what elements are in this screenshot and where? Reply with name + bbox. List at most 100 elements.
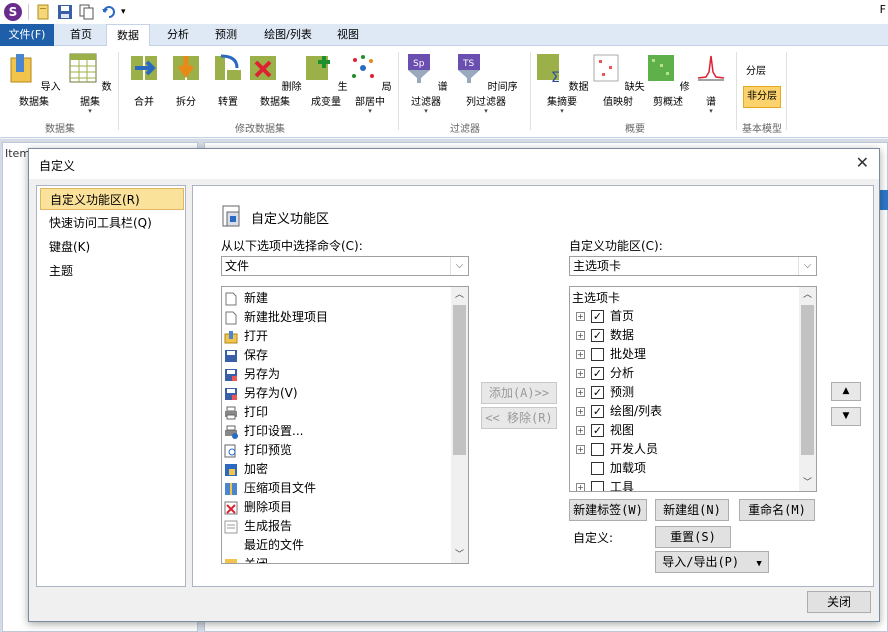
expand-icon[interactable]: + xyxy=(576,369,585,378)
tree-item[interactable]: + ✓ 数据 xyxy=(576,326,634,345)
list-item[interactable]: 生成报告 xyxy=(224,517,292,536)
list-item[interactable]: 打开 xyxy=(224,327,268,346)
checkbox[interactable]: ✓ xyxy=(591,310,604,323)
dataset-button[interactable]: 数据集 ▾ xyxy=(68,52,112,115)
tree-item[interactable]: + ✓ 预测 xyxy=(576,383,634,402)
list-item[interactable]: 打印设置... xyxy=(224,422,303,441)
chevron-down-icon[interactable]: ﹀ xyxy=(799,475,816,491)
commands-scrollbar[interactable]: ︿ ﹀ xyxy=(451,287,468,563)
tab-data[interactable]: 数据 xyxy=(106,24,150,47)
checkbox[interactable]: ✓ xyxy=(591,424,604,437)
tree-item[interactable]: + 批处理 xyxy=(576,345,646,364)
list-item[interactable]: 删除项目 xyxy=(224,498,292,517)
non-layered-button[interactable]: 非分层 xyxy=(743,86,781,108)
tree-item[interactable]: + ✓ 视图 xyxy=(576,421,634,440)
tree-scrollbar[interactable]: ︿ ﹀ xyxy=(799,287,816,491)
expand-icon[interactable]: + xyxy=(576,331,585,340)
new-tab-button[interactable]: 新建标签(W) xyxy=(569,499,647,521)
list-item[interactable]: 新建批处理项目 xyxy=(224,308,328,327)
missing-value-map-button[interactable]: 缺失值映射 xyxy=(590,52,646,108)
tab-forecast[interactable]: 预测 xyxy=(206,24,246,46)
tree-item[interactable]: + 工具 xyxy=(576,478,634,491)
chevron-up-icon[interactable]: ︿ xyxy=(451,287,468,303)
tree-item[interactable]: + ✓ 首页 xyxy=(576,307,634,326)
remove-button[interactable]: << 移除(R) xyxy=(481,407,557,429)
delete-dataset-button[interactable]: 删除数据集 xyxy=(248,52,302,108)
tab-analysis[interactable]: 分析 xyxy=(158,24,198,46)
nav-item-theme[interactable]: 主题 xyxy=(40,260,184,282)
chevron-down-icon[interactable]: ⌵ xyxy=(798,257,816,275)
list-item[interactable]: 打印预览 xyxy=(224,441,292,460)
chevron-down-icon[interactable]: ▾ xyxy=(121,7,126,17)
merge-button[interactable]: 合并 xyxy=(124,52,164,108)
list-item[interactable]: 压缩项目文件 xyxy=(224,479,316,498)
dataset-summary-button[interactable]: Σ 数据集摘要 ▾ xyxy=(534,52,590,115)
chevron-down-icon[interactable]: ﹀ xyxy=(451,547,468,563)
nav-item-quick-access-toolbar[interactable]: 快速访问工具栏(Q) xyxy=(40,212,184,234)
time-series-filter-button[interactable]: TS 时间序列过滤器 ▾ xyxy=(450,52,522,115)
checkbox[interactable] xyxy=(591,462,604,475)
tab-home[interactable]: 首页 xyxy=(62,24,100,46)
chevron-down-icon[interactable]: ⌵ xyxy=(450,257,468,275)
checkbox[interactable]: ✓ xyxy=(591,367,604,380)
tab-file[interactable]: 文件(F) xyxy=(0,24,54,46)
list-item[interactable]: 保存 xyxy=(224,346,268,365)
trim-overview-button[interactable]: 修剪概述 xyxy=(646,52,690,108)
expand-icon[interactable]: + xyxy=(576,407,585,416)
new-project-icon[interactable] xyxy=(35,4,51,20)
scroll-thumb[interactable] xyxy=(801,305,814,455)
tree-item[interactable]: + 加载项 xyxy=(576,459,646,478)
tab-plots-lists[interactable]: 绘图/列表 xyxy=(256,24,320,46)
expand-icon[interactable]: + xyxy=(576,426,585,435)
close-button[interactable]: 关闭 xyxy=(807,591,871,613)
nav-item-keyboard[interactable]: 键盘(K) xyxy=(40,236,184,258)
expand-icon[interactable]: + xyxy=(576,312,585,321)
tree-item[interactable]: + ✓ 分析 xyxy=(576,364,634,383)
rename-button[interactable]: 重命名(M) xyxy=(739,499,815,521)
checkbox[interactable]: ✓ xyxy=(591,329,604,342)
spectral-filter-button[interactable]: Sp 谱过滤器 ▾ xyxy=(404,52,448,115)
customize-ribbon-select[interactable]: 主选项卡 ⌵ xyxy=(569,256,817,276)
list-item[interactable]: 关闭 xyxy=(224,555,268,563)
import-export-button[interactable]: 导入/导出(P) ▼ xyxy=(655,551,769,573)
list-item[interactable]: 另存为 xyxy=(224,365,280,384)
tree-item[interactable]: + ✓ 绘图/列表 xyxy=(576,402,662,421)
checkbox[interactable]: ✓ xyxy=(591,386,604,399)
close-icon[interactable]: ✕ xyxy=(856,153,869,172)
transpose-button[interactable]: 转置 xyxy=(208,52,248,108)
tab-view[interactable]: 视图 xyxy=(328,24,368,46)
undo-icon[interactable] xyxy=(101,4,117,20)
copy-icon[interactable] xyxy=(79,4,95,20)
checkbox[interactable] xyxy=(591,348,604,361)
new-group-button[interactable]: 新建组(N) xyxy=(655,499,729,521)
list-item[interactable]: 最近的文件 xyxy=(224,536,304,555)
scroll-thumb[interactable] xyxy=(453,305,466,455)
layered-button[interactable]: 分层 xyxy=(746,62,766,77)
move-up-button[interactable]: ▲ xyxy=(831,382,861,401)
add-button[interactable]: 添加(A)>> xyxy=(481,382,557,404)
expand-icon[interactable]: + xyxy=(576,388,585,397)
ribbon-tabs-tree[interactable]: 主选项卡 + ✓ 首页 + ✓ 数据 + 批处理 + ✓ 分析 + ✓ 预测 +… xyxy=(569,286,817,492)
expand-icon[interactable]: + xyxy=(576,483,585,491)
tree-item[interactable]: + 开发人员 xyxy=(576,440,658,459)
split-button[interactable]: 拆分 xyxy=(166,52,206,108)
nav-item-customize-ribbon[interactable]: 自定义功能区(R) xyxy=(40,188,184,210)
generate-variable-button[interactable]: 生成变量 xyxy=(304,52,348,108)
commands-list[interactable]: 新建 新建批处理项目 打开 保存 另存为 另存为(V) 打印 打印设置... 打… xyxy=(221,286,469,564)
checkbox[interactable] xyxy=(591,481,604,491)
expand-icon[interactable]: + xyxy=(576,350,585,359)
local-centering-button[interactable]: 局部居中 ▾ xyxy=(348,52,392,115)
list-item[interactable]: 另存为(V) xyxy=(224,384,298,403)
list-item[interactable]: 打印 xyxy=(224,403,268,422)
checkbox[interactable] xyxy=(591,443,604,456)
checkbox[interactable]: ✓ xyxy=(591,405,604,418)
expand-icon[interactable]: + xyxy=(576,445,585,454)
spectrum-button[interactable]: 谱 ▾ xyxy=(694,52,728,115)
list-item[interactable]: 新建 xyxy=(224,289,268,308)
import-dataset-button[interactable]: 导入数据集 xyxy=(6,52,62,108)
choose-commands-select[interactable]: 文件 ⌵ xyxy=(221,256,469,276)
move-down-button[interactable]: ▼ xyxy=(831,407,861,426)
list-item[interactable]: 加密 xyxy=(224,460,268,479)
chevron-up-icon[interactable]: ︿ xyxy=(799,287,816,303)
reset-button[interactable]: 重置(S) xyxy=(655,526,731,548)
